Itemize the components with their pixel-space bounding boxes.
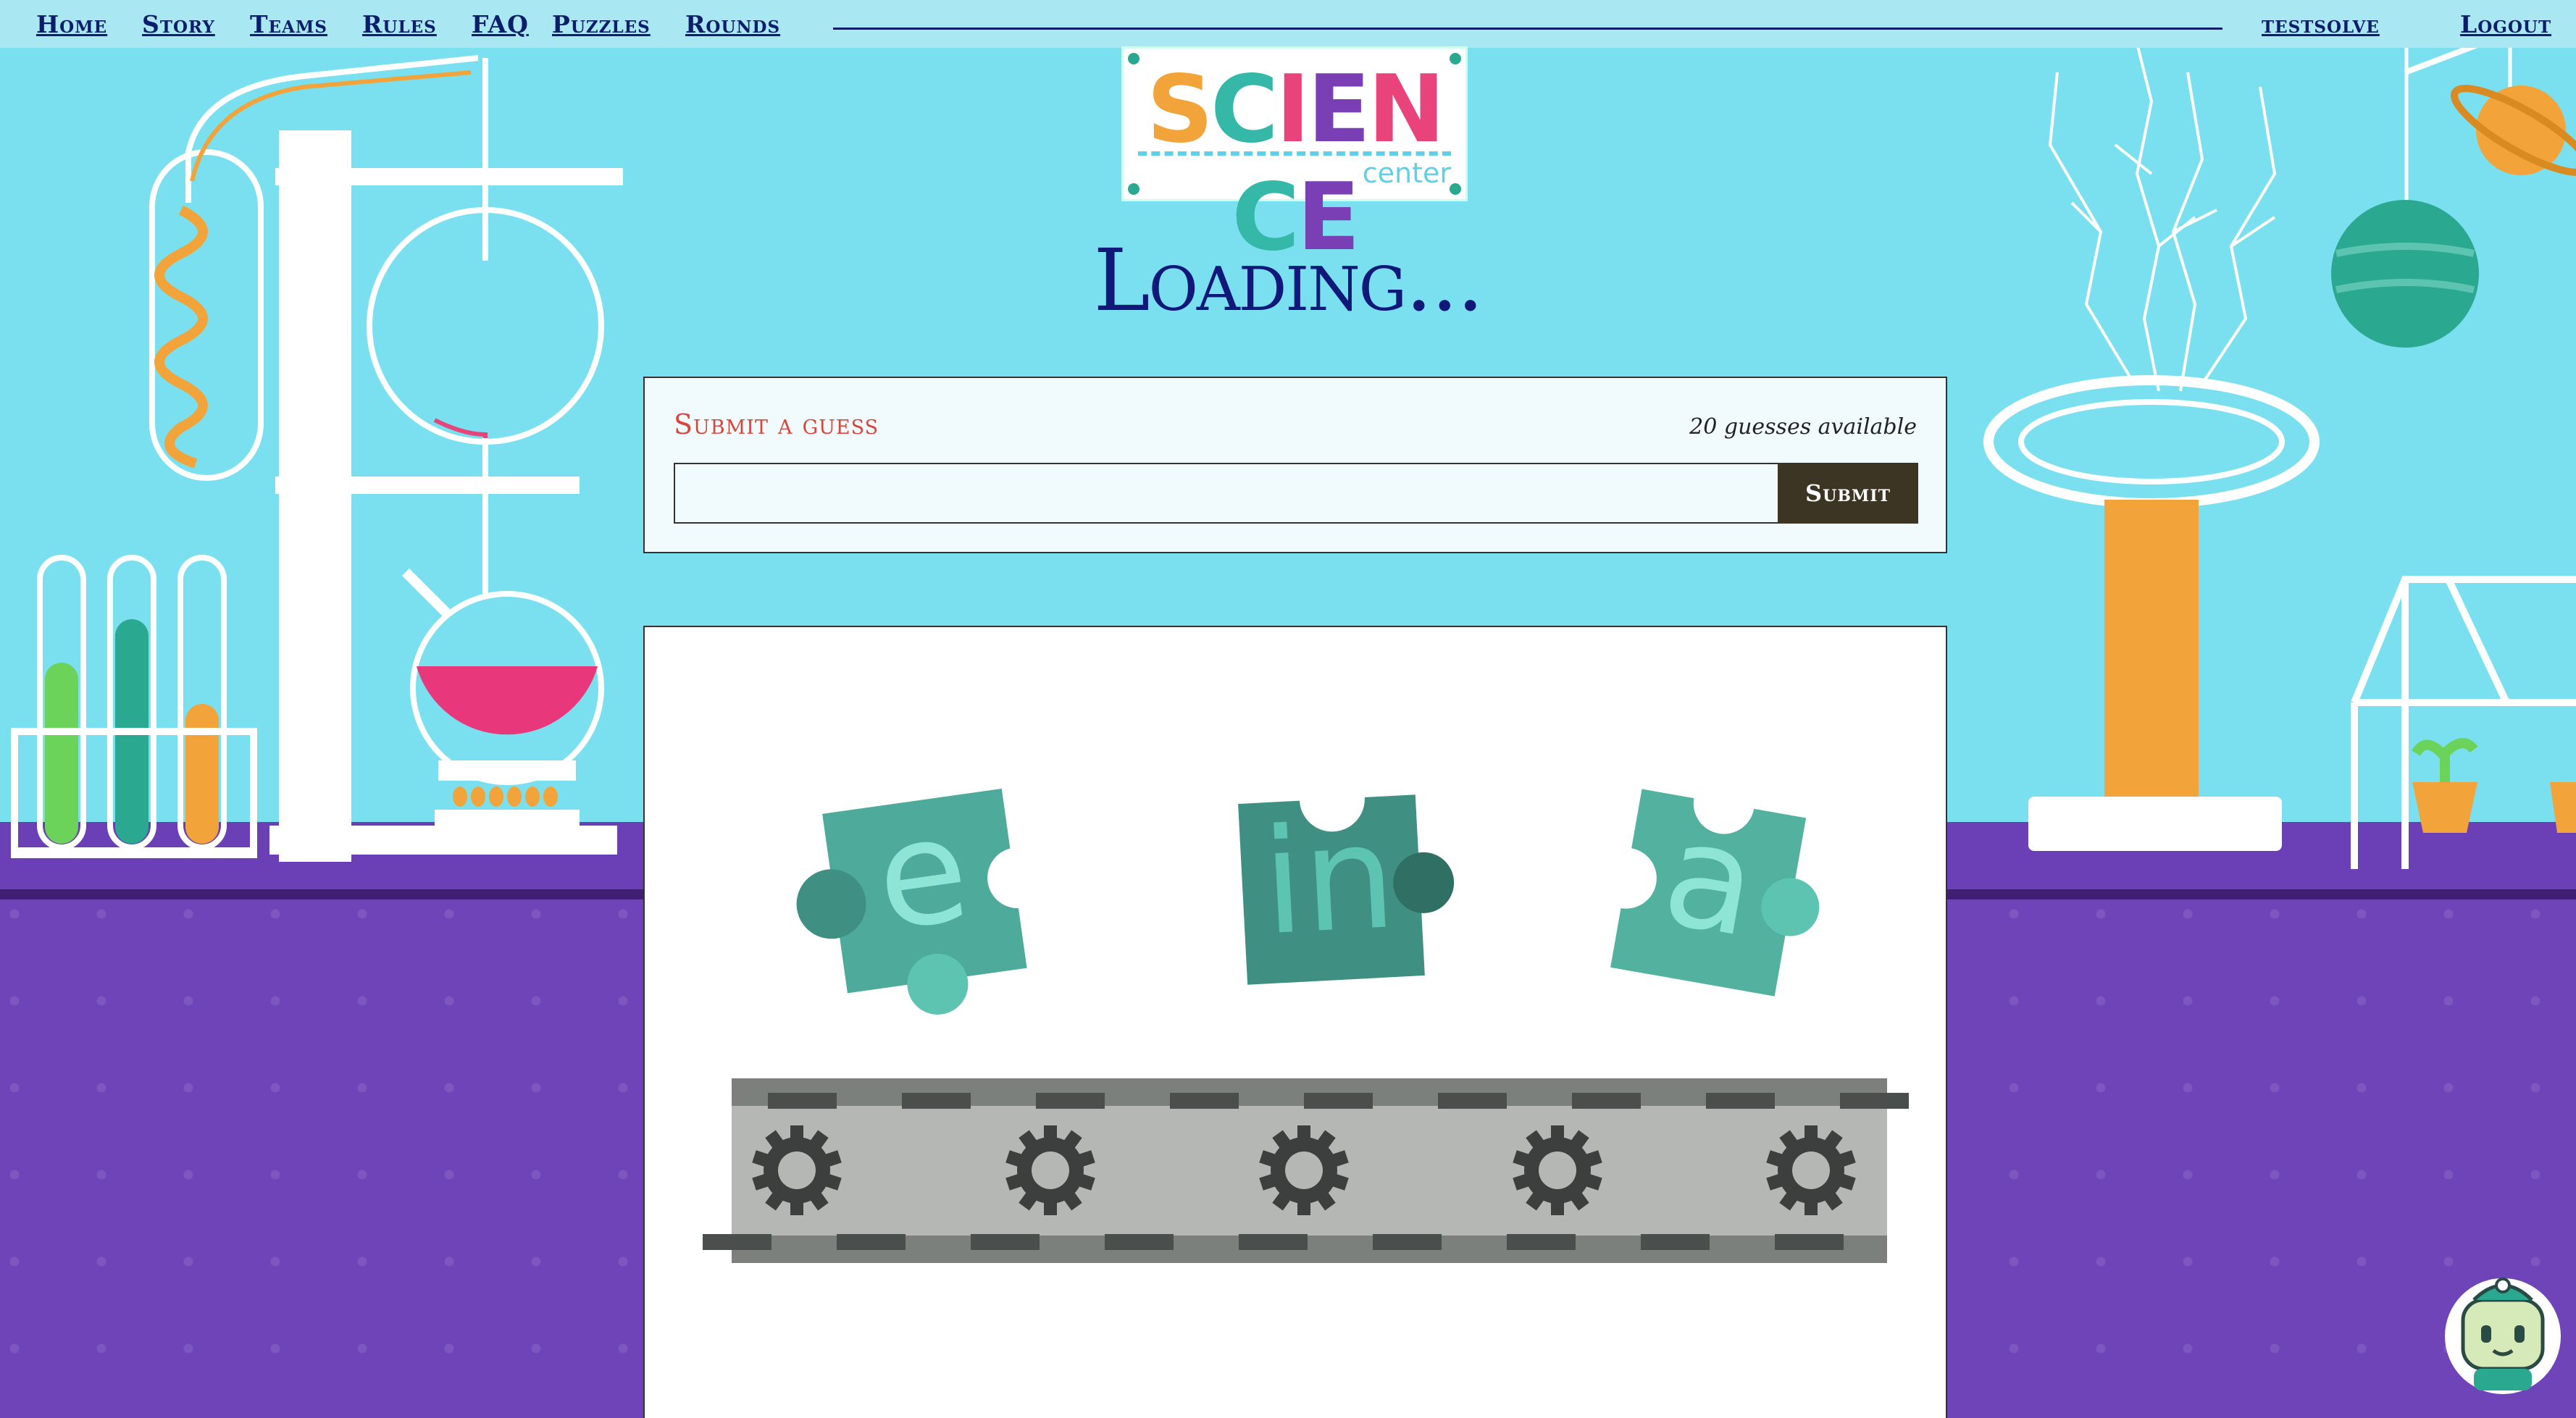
guess-input[interactable] — [674, 463, 1779, 524]
puzzle-piece-e: e — [796, 784, 1049, 1015]
belt-tooth — [971, 1234, 1040, 1250]
belt-tooth — [1036, 1093, 1105, 1109]
belt-tooth — [1840, 1093, 1909, 1109]
chemistry-glassware-illustration — [11, 55, 623, 862]
puzzle-content-panel: e in a — [643, 626, 1947, 1418]
belt-tooth — [1170, 1093, 1239, 1109]
top-navigation-bar: Home Story Teams Rules FAQ Puzzles Round… — [0, 0, 2576, 48]
nav-link-rounds[interactable]: Rounds — [685, 10, 780, 38]
nav-link-logout[interactable]: Logout — [2460, 10, 2551, 38]
nav-divider-line — [833, 28, 2222, 30]
logo-letter: S — [1146, 56, 1213, 164]
science-center-logo[interactable]: SCIENCE center — [1121, 46, 1468, 272]
belt-tooth — [1775, 1234, 1844, 1250]
puzzle-piece-letter: in — [1259, 792, 1400, 968]
guess-heading: Submit a guess — [674, 408, 879, 440]
belt-tooth — [1706, 1093, 1775, 1109]
belt-tooth — [1105, 1234, 1174, 1250]
nav-link-teams[interactable]: Teams — [250, 10, 327, 38]
loading-animation: e in a — [703, 766, 1909, 1263]
logo-letter: N — [1368, 56, 1445, 164]
conveyor-belt — [703, 1078, 1909, 1263]
puzzle-piece-in: in — [1238, 766, 1455, 985]
belt-tooth — [1572, 1093, 1641, 1109]
tesla-coil-planet-greenhouse-illustration — [1983, 29, 2576, 869]
logo-dashed-line — [1138, 151, 1451, 156]
belt-tooth — [768, 1093, 837, 1109]
belt-tooth — [1239, 1234, 1308, 1250]
puzzle-piece-a: a — [1595, 773, 1820, 997]
belt-tooth — [1373, 1234, 1442, 1250]
nav-link-rules[interactable]: Rules — [362, 10, 437, 38]
belt-tooth — [1304, 1093, 1373, 1109]
nav-link-puzzles[interactable]: Puzzles — [552, 10, 651, 38]
belt-tooth — [902, 1093, 971, 1109]
belt-tooth — [1438, 1093, 1507, 1109]
logo-letter: C — [1210, 56, 1279, 164]
nav-link-faq[interactable]: FAQ — [472, 10, 529, 38]
nav-username[interactable]: testsolve — [2262, 10, 2380, 38]
logo-letter: E — [1307, 56, 1371, 164]
page-title: Loading... — [1093, 230, 1484, 330]
belt-tooth — [1641, 1234, 1710, 1250]
guesses-available-count: 20 guesses available — [1689, 414, 1917, 440]
robot-helper-mascot-icon[interactable] — [2441, 1267, 2564, 1398]
submit-guess-button[interactable]: Submit — [1778, 463, 1918, 524]
logo-letter: I — [1275, 56, 1310, 164]
belt-tooth — [1507, 1234, 1576, 1250]
belt-tooth — [703, 1234, 771, 1250]
nav-link-story[interactable]: Story — [142, 10, 215, 38]
guess-submission-panel: Submit a guess 20 guesses available Subm… — [643, 377, 1947, 553]
nav-link-home[interactable]: Home — [36, 10, 107, 38]
belt-tooth — [837, 1234, 906, 1250]
logo-subtitle: center — [1362, 157, 1451, 189]
